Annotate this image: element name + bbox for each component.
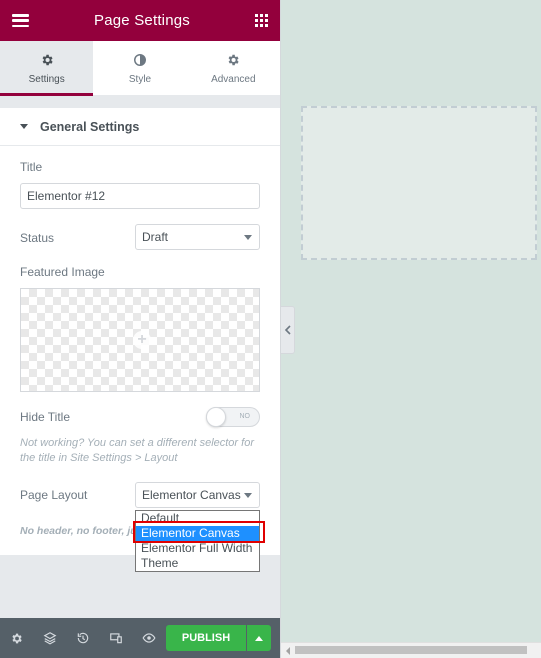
menu-icon[interactable] (12, 14, 29, 27)
switch-state: NO (239, 413, 251, 420)
page-layout-value: Elementor Canvas (142, 488, 241, 502)
page-layout-select[interactable]: Elementor Canvas (135, 482, 260, 508)
responsive-mode-icon[interactable] (99, 618, 132, 658)
preview-eye-icon[interactable] (132, 618, 165, 658)
gear-icon (40, 51, 54, 69)
hide-title-note: Not working? You can set a different sel… (20, 437, 254, 464)
scrollbar-thumb[interactable] (295, 646, 527, 654)
layout-option-theme[interactable]: Theme (136, 556, 259, 571)
panel-header: Page Settings (0, 0, 280, 41)
canvas-drop-area[interactable] (301, 106, 537, 260)
section-title: General Settings (40, 119, 140, 134)
hide-title-switch[interactable]: NO (206, 407, 260, 427)
horizontal-scrollbar[interactable] (281, 642, 541, 658)
history-icon[interactable] (66, 618, 99, 658)
editor-panel: Page Settings Settings Style Advanced Ge… (0, 0, 281, 658)
title-input[interactable]: Elementor #12 (20, 183, 260, 209)
tab-label: Settings (28, 74, 65, 85)
tab-label: Style (128, 74, 152, 85)
layout-option-full-width[interactable]: Elementor Full Width (136, 541, 259, 556)
hide-title-label: Hide Title (20, 410, 71, 424)
general-settings-section: General Settings Title Elementor #12 Sta… (0, 108, 280, 555)
selection-highlight-box (133, 521, 265, 543)
chevron-down-icon (244, 235, 252, 240)
panel-title: Page Settings (94, 12, 190, 29)
navigator-layers-icon[interactable] (33, 618, 66, 658)
status-label: Status (20, 231, 55, 245)
tab-advanced[interactable]: Advanced (187, 41, 280, 95)
gear-icon (226, 51, 240, 69)
tab-label: Advanced (211, 74, 256, 85)
status-select[interactable]: Draft (135, 224, 260, 250)
page-layout-note: No header, no footer, just (20, 525, 140, 537)
chevron-left-icon (284, 325, 291, 335)
panel-tabs: Settings Style Advanced (0, 41, 280, 96)
caret-up-icon (255, 635, 263, 641)
status-value: Draft (142, 230, 169, 244)
tab-style[interactable]: Style (93, 41, 186, 95)
half-circle-icon (133, 51, 147, 69)
panel-footer: PUBLISH (0, 618, 280, 658)
featured-image-picker[interactable]: + (20, 288, 260, 392)
publish-options-button[interactable] (247, 625, 271, 651)
page-layout-label: Page Layout (20, 488, 88, 502)
settings-gear-icon[interactable] (0, 618, 33, 658)
plus-icon: + (133, 331, 151, 349)
scroll-left-arrow-icon[interactable] (286, 647, 290, 655)
collapse-panel-toggle[interactable] (281, 306, 295, 354)
widgets-grid-icon[interactable] (255, 14, 268, 27)
featured-image-label: Featured Image (20, 265, 105, 279)
publish-button[interactable]: PUBLISH (166, 625, 246, 651)
chevron-down-icon (244, 493, 252, 498)
title-label: Title (20, 160, 43, 174)
switch-knob (206, 407, 226, 427)
tab-settings[interactable]: Settings (0, 41, 94, 96)
caret-down-icon (20, 124, 28, 129)
section-toggle[interactable]: General Settings (0, 108, 280, 146)
